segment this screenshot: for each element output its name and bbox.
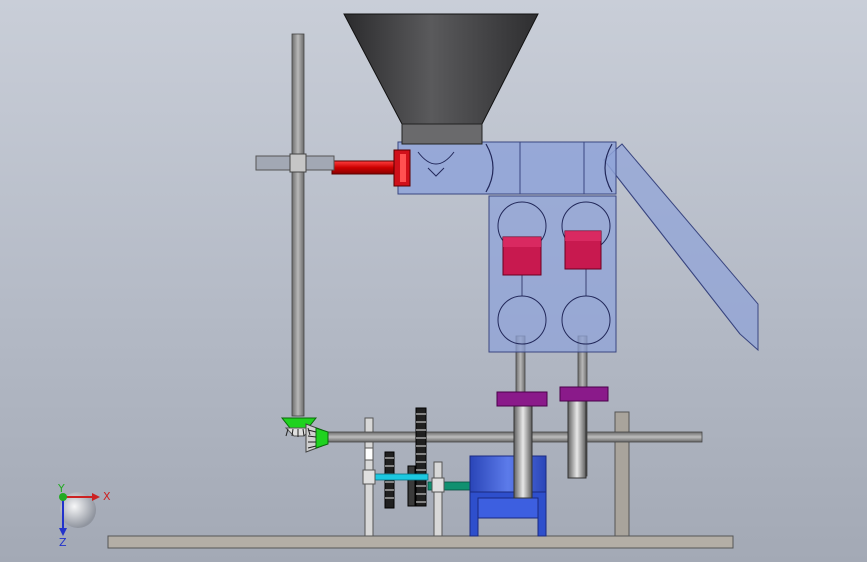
feed-housing[interactable]: [397, 141, 617, 195]
piston-left[interactable]: [502, 236, 542, 276]
z-axis-label: Z: [59, 536, 67, 549]
vertical-transmission-shaft[interactable]: [291, 33, 305, 417]
spur-gear-train[interactable]: [384, 407, 427, 509]
shaft-bracket[interactable]: [255, 153, 335, 173]
motor[interactable]: [469, 455, 547, 537]
assembly-drawing: X Y Z: [57, 13, 759, 549]
y-axis-label: Y: [57, 482, 65, 495]
hopper[interactable]: [343, 13, 539, 145]
axis-triad: X Y Z: [57, 482, 111, 549]
crank-disk-right[interactable]: [559, 335, 609, 479]
x-axis-label: X: [103, 490, 111, 503]
discharge-chute[interactable]: [603, 143, 759, 352]
feed-rod[interactable]: [331, 149, 411, 187]
base-plate[interactable]: [107, 535, 734, 549]
piston-right[interactable]: [564, 230, 602, 270]
cad-viewport[interactable]: X Y Z: [0, 0, 867, 562]
bevel-gear-pair[interactable]: [280, 417, 329, 453]
horizontal-main-shaft[interactable]: [319, 431, 703, 443]
